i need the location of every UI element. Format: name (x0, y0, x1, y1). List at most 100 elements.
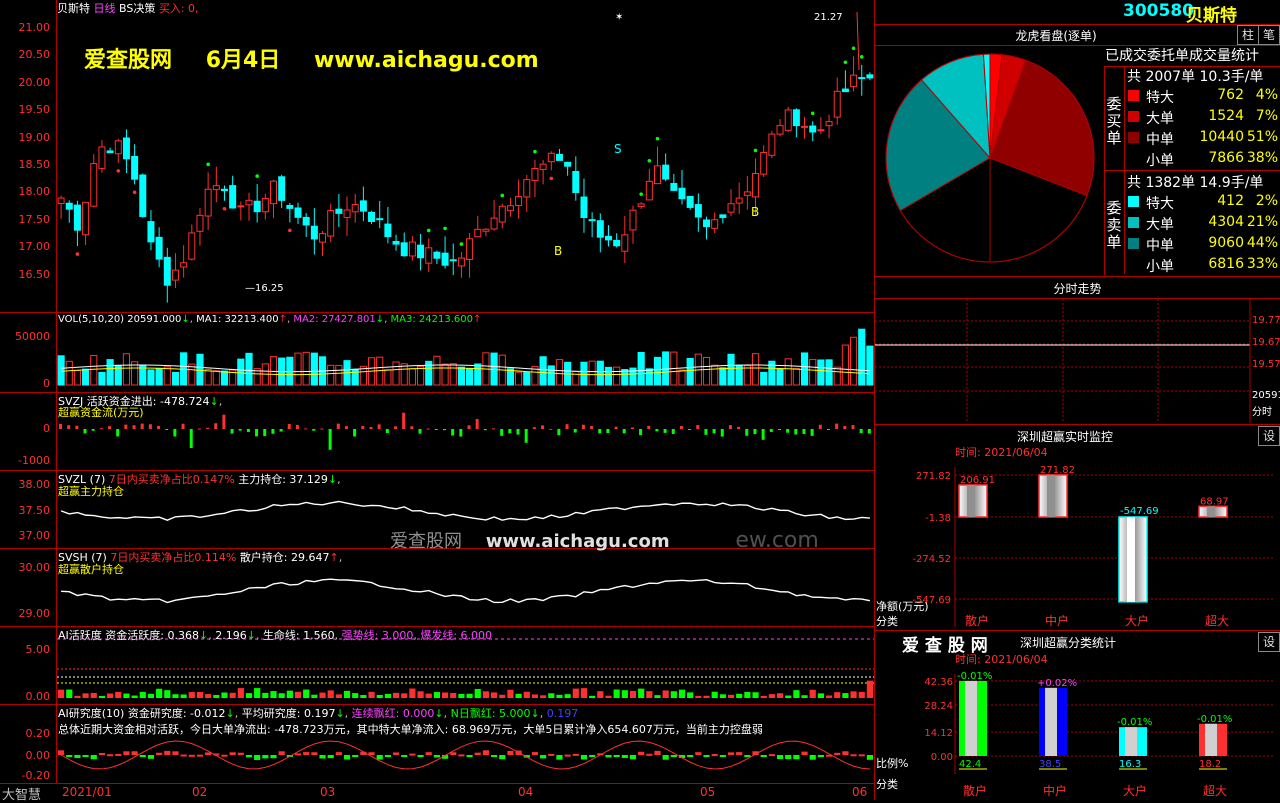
volume-bar (302, 351, 310, 386)
research-bar (278, 751, 285, 755)
volume-bar (686, 357, 694, 386)
candle-body (580, 196, 588, 218)
classify-settings-button[interactable]: 设 (1258, 632, 1280, 652)
activity-bar (82, 693, 89, 698)
volume-bar (580, 361, 588, 386)
order-count: 412 (1217, 193, 1244, 209)
candle-body (711, 219, 719, 229)
activity-bar (107, 693, 114, 698)
tick-toggle-button[interactable]: 笔 (1258, 25, 1280, 45)
activity-bar (850, 691, 857, 698)
order-size-label: 中单 (1146, 238, 1174, 254)
time-axis[interactable]: 大智慧 2021/01 02 03 04 05 06 (0, 783, 874, 803)
fund-flow-bar (402, 412, 406, 429)
candle-body (629, 209, 637, 231)
research-bar (687, 755, 694, 757)
volume-bar (163, 366, 171, 386)
stock-title-name: 贝斯特 (1186, 6, 1237, 26)
candle-body (678, 187, 686, 200)
fund-flow-bar (418, 429, 422, 434)
buy-marker: B (751, 205, 759, 219)
activity-bar (237, 688, 244, 698)
activity-bar (491, 692, 498, 698)
ai-activity-chart[interactable] (57, 627, 874, 704)
signal-dot (459, 242, 464, 246)
stock-code: 300580 (1123, 1, 1194, 21)
svsh-panel[interactable]: 30.00 29.00 SVSH (7) 7日内买卖净占比0.114% 散户持仓… (0, 549, 874, 627)
order-pie-chart[interactable] (876, 46, 1104, 276)
activity-bar (180, 694, 187, 698)
svsh-chart[interactable] (57, 549, 874, 626)
candle-body (253, 200, 261, 213)
candlestick-chart[interactable]: 21.27 —16.25 S B B ✶ (57, 0, 874, 312)
candle-body (400, 242, 408, 257)
volume-bar (400, 363, 408, 386)
volume-panel[interactable]: 50000 0 VOL(5,10,20) 20591.000↓, MA1: 32… (0, 313, 874, 393)
price-tick: 19.00 (18, 130, 51, 144)
kline-panel[interactable]: 贝斯特 日线 BS决策 买入: 0, 21.00 20.50 20.00 19.50 1… (0, 0, 874, 313)
candle-body (278, 176, 286, 201)
activity-bar (638, 688, 645, 698)
candle-body (204, 188, 212, 217)
candle-body (531, 168, 539, 181)
fund-flow-bar (181, 423, 185, 429)
volume-bar (572, 371, 580, 386)
volume-bar (637, 351, 645, 386)
column-toggle-button[interactable]: 柱 (1237, 25, 1259, 45)
activity-bar (115, 691, 122, 698)
buy-marker: B (554, 244, 562, 258)
volume-bar (645, 368, 653, 386)
volume-bar (711, 364, 719, 386)
research-bar (384, 755, 391, 757)
svzl-axis-2: 37.50 (18, 504, 51, 517)
ai-activity-panel[interactable]: 5.00 0.00 AI活跃度 资金活跃度: 0.368↓, 2.196↓, 生… (0, 627, 874, 705)
candle-body (850, 74, 858, 87)
intraday-chart[interactable]: 19.77 19.67 19.57 20591 分时 (875, 299, 1280, 423)
candle-body (613, 239, 621, 247)
classify-pct: +0.02% (1037, 678, 1077, 689)
research-bar (311, 752, 318, 755)
air-axis-3: -0.20 (21, 769, 50, 782)
candle-body (245, 199, 253, 206)
fund-flow-bar (777, 429, 781, 430)
classify-bar-chart[interactable]: 42.36 28.24 14.12 0.00 -0.01% 42.4 散户 +0.02% 38.… (875, 664, 1280, 800)
price-tick: 18.50 (18, 158, 51, 171)
activity-bar (139, 691, 146, 698)
research-bar (638, 751, 645, 755)
svzj-chart[interactable] (57, 393, 874, 470)
center-watermark-tail: ew.com (735, 528, 819, 553)
fund-flow-bar (745, 429, 749, 436)
intraday-tick: 20591 (1252, 390, 1280, 401)
candle-body (588, 219, 596, 222)
ai-research-panel[interactable]: 0.20 0.00 -0.20 AI研究度(10) 资金研究度: -0.012↓… (0, 705, 874, 783)
research-bar (196, 754, 204, 757)
research-bar (245, 755, 253, 758)
monitor-xlabel: 分类 (876, 614, 898, 628)
research-bar (580, 755, 588, 760)
activity-bar (262, 692, 269, 698)
ai-axis-2: 0.00 (25, 690, 51, 703)
price-tick: 21.00 (18, 21, 51, 34)
ai-research-chart[interactable] (57, 705, 874, 783)
research-bar (221, 754, 228, 757)
fund-flow-bar (541, 425, 545, 429)
research-bar (776, 755, 784, 760)
svzj-panel[interactable]: 0 -1000 SVZJ 活跃资金进出: -478.724↓, 超赢资金流(万元… (0, 393, 874, 471)
air-axis-1: 0.20 (25, 727, 51, 740)
monitor-settings-button[interactable]: 设 (1258, 426, 1280, 446)
volume-chart[interactable] (57, 313, 874, 392)
classify-value: 42.4 (959, 759, 981, 770)
volume-bar (833, 366, 841, 386)
monitor-tick: -274.52 (912, 554, 951, 565)
monitor-bar-chart[interactable]: 271.82 -1.38 -274.52 -547.69 206.91 散户 271.82 中… (875, 457, 1280, 630)
category-label: 超大 (1203, 783, 1227, 798)
volume-bar (621, 369, 629, 386)
fund-flow-bar (704, 429, 708, 435)
volume-bar (539, 356, 547, 386)
time-tick: 2021/01 (62, 785, 112, 799)
activity-bar (744, 691, 751, 698)
fund-flow-bar (91, 429, 95, 431)
fund-flow-bar (59, 423, 62, 429)
stats-box-mid (1104, 170, 1280, 171)
fund-flow-bar (810, 429, 814, 436)
